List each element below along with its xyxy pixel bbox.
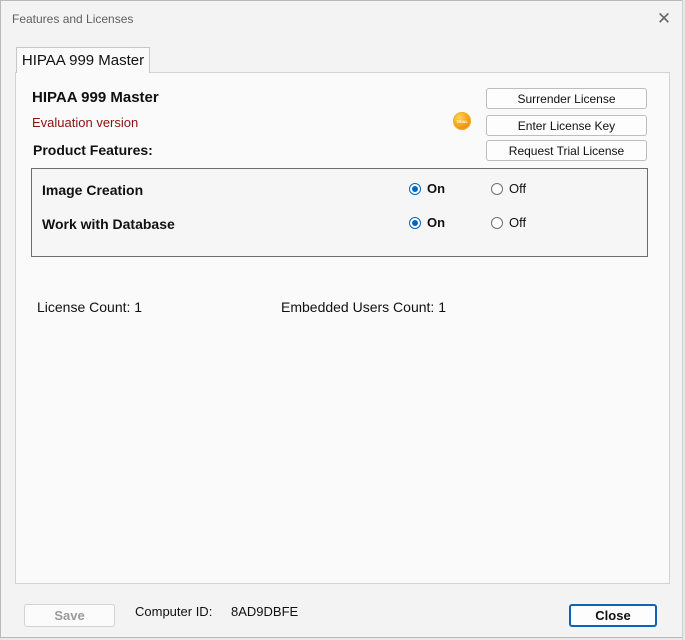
surrender-license-button[interactable]: Surrender License [486,88,647,109]
title-bar: Features and Licenses ✕ [1,1,682,35]
computer-id-label: Computer ID: [135,604,213,619]
license-count: License Count: 1 [37,299,143,315]
embedded-users-count: Embedded Users Count: 1 [281,299,446,315]
enter-license-key-button[interactable]: Enter License Key [486,115,647,136]
work-with-database-on-radio[interactable]: On [409,215,445,230]
radio-label: On [427,215,446,230]
feature-work-with-database: Work with Database [42,216,175,232]
tab-hipaa-999-master[interactable]: HIPAA 999 Master [16,47,150,73]
radio-label: Off [509,181,527,196]
product-title: HIPAA 999 Master [32,89,159,106]
radio-unselected-icon [491,216,503,229]
work-with-database-off-radio[interactable]: Off [491,215,526,230]
image-creation-on-radio[interactable]: On [409,181,445,196]
radio-label: Off [509,215,527,230]
evaluation-status: Evaluation version [32,115,139,130]
product-features-heading: Product Features: [33,142,153,158]
close-button[interactable]: Close [569,604,657,627]
window-title: Features and Licenses [12,12,134,26]
background-divider [682,0,683,640]
radio-selected-icon [409,216,421,229]
save-button[interactable]: Save [24,604,115,627]
computer-id-value: 8AD9DBFE [231,604,299,619]
trial-badge-icon: TRIAL [453,112,471,130]
request-trial-license-button[interactable]: Request Trial License [486,140,647,161]
feature-image-creation: Image Creation [42,182,144,198]
radio-unselected-icon [491,182,503,195]
radio-label: On [427,181,446,196]
features-and-licenses-window: Features and Licenses ✕ HIPAA 999 Master… [0,0,683,638]
radio-selected-icon [409,182,421,195]
close-icon[interactable]: ✕ [655,9,673,27]
image-creation-off-radio[interactable]: Off [491,181,526,196]
